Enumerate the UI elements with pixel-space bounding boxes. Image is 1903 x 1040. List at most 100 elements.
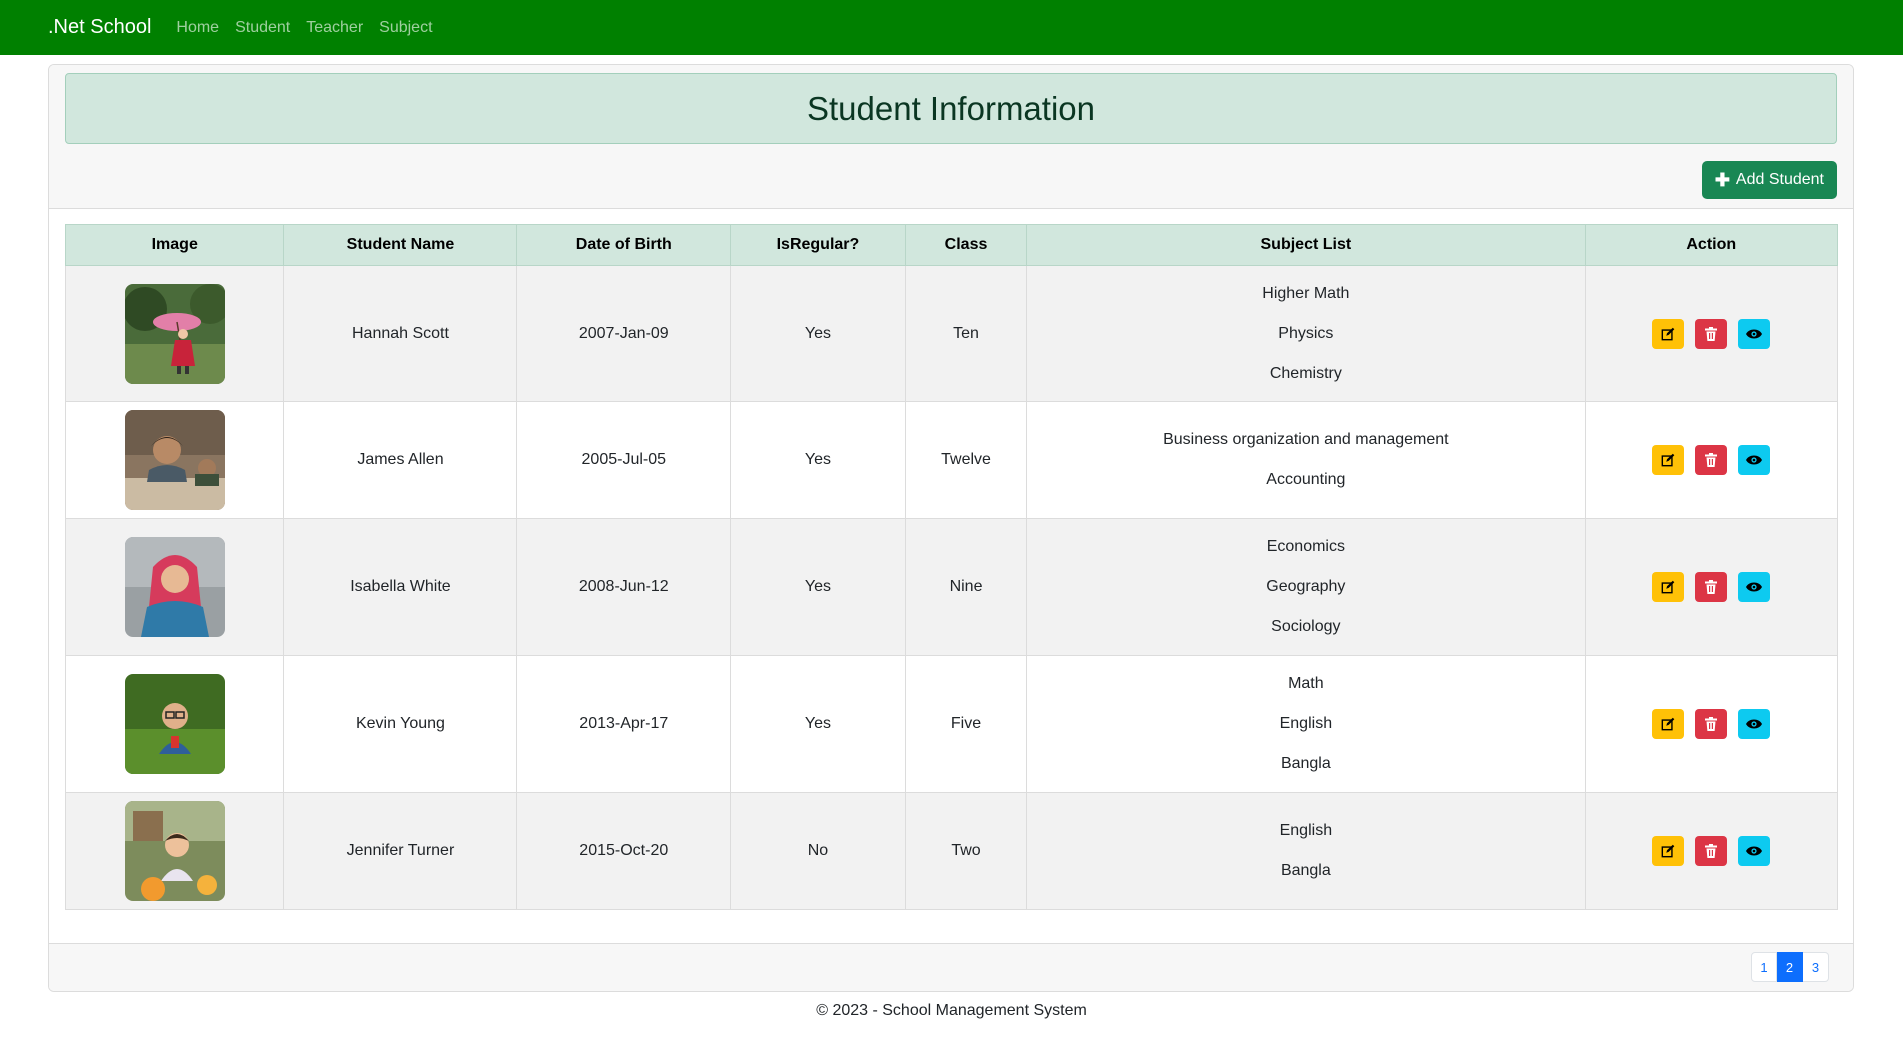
nav-student[interactable]: Student: [235, 19, 290, 37]
student-dob: 2007-Jan-09: [516, 265, 732, 402]
page-link-2[interactable]: 2: [1777, 952, 1803, 982]
eye-icon: [1746, 329, 1763, 338]
student-dob: 2015-Oct-20: [516, 792, 732, 910]
student-regular: Yes: [730, 401, 906, 519]
student-dob: 2005-Jul-05: [516, 401, 732, 519]
page-title-box: Student Information: [65, 73, 1837, 144]
table-row: James Allen 2005-Jul-05 Yes Twelve Busin…: [64, 401, 1838, 519]
edit-icon: [1661, 580, 1675, 594]
student-class: Ten: [904, 265, 1028, 402]
col-header-subjects: Subject List: [1026, 224, 1586, 266]
subject-list: Economics Geography Sociology: [1026, 518, 1586, 656]
action-cell: [1584, 655, 1838, 793]
student-regular: Yes: [730, 265, 906, 402]
action-cell: [1584, 401, 1838, 519]
subject-list: Math English Bangla: [1026, 655, 1586, 793]
subject-item: Chemistry: [1269, 364, 1342, 382]
eye-icon: [1746, 719, 1763, 729]
table-row: Hannah Scott 2007-Jan-09 Yes Ten Higher …: [64, 265, 1838, 402]
add-student-label: Add Student: [1735, 171, 1824, 188]
edit-button[interactable]: [1652, 709, 1685, 739]
student-name: Hannah Scott: [283, 265, 518, 402]
subject-item: Bangla: [1280, 862, 1331, 879]
student-class: Two: [904, 792, 1028, 910]
edit-icon: [1661, 717, 1675, 731]
plus-icon: ✚: [1714, 169, 1730, 190]
edit-icon: [1661, 844, 1675, 858]
nav-home[interactable]: Home: [176, 19, 219, 37]
page-title: Student Information: [806, 89, 1095, 127]
trash-icon: [1705, 326, 1718, 341]
subject-item: Math: [1288, 675, 1324, 692]
view-button[interactable]: [1738, 709, 1771, 739]
student-photo: [124, 537, 225, 637]
view-button[interactable]: [1738, 445, 1771, 475]
add-student-button[interactable]: ✚ Add Student: [1701, 161, 1837, 199]
subject-item: Economics: [1266, 538, 1345, 555]
student-regular: Yes: [730, 655, 906, 793]
eye-icon: [1746, 846, 1763, 856]
subject-item: Higher Math: [1262, 284, 1350, 302]
edit-button[interactable]: [1652, 572, 1685, 602]
col-header-action: Action: [1584, 224, 1838, 266]
delete-button[interactable]: [1695, 836, 1728, 866]
table-row: Kevin Young 2013-Apr-17 Yes Five Math En…: [64, 655, 1838, 793]
students-table: Image Student Name Date of Birth IsRegul…: [64, 224, 1838, 910]
subject-item: Geography: [1266, 578, 1346, 595]
delete-button[interactable]: [1695, 318, 1728, 349]
page-link-3[interactable]: 3: [1803, 952, 1829, 982]
image-cell: [64, 655, 285, 793]
delete-button[interactable]: [1695, 445, 1728, 475]
action-cell: [1584, 792, 1838, 910]
col-header-image: Image: [64, 224, 285, 266]
delete-button[interactable]: [1695, 709, 1728, 739]
student-name: Kevin Young: [283, 655, 518, 793]
card-footer: 1 2 3: [49, 943, 1853, 991]
student-regular: Yes: [730, 518, 906, 656]
table-row: Jennifer Turner 2015-Oct-20 No Two Engli…: [64, 792, 1838, 910]
col-header-name: Student Name: [283, 224, 518, 266]
edit-button[interactable]: [1652, 836, 1685, 866]
image-cell: [64, 518, 285, 656]
delete-button[interactable]: [1695, 572, 1728, 602]
pagination: 1 2 3: [1751, 952, 1829, 982]
student-dob: 2008-Jun-12: [516, 518, 732, 656]
subject-item: Bangla: [1280, 755, 1331, 772]
trash-icon: [1705, 717, 1718, 731]
student-name: James Allen: [283, 401, 518, 519]
subject-item: English: [1279, 715, 1333, 732]
col-header-regular: IsRegular?: [730, 224, 906, 266]
subject-item: Physics: [1278, 324, 1334, 342]
action-cell: [1584, 265, 1838, 402]
site-footer: © 2023 - School Management System: [816, 1002, 1087, 1019]
page-link-1[interactable]: 1: [1751, 952, 1777, 982]
student-photo: [124, 674, 225, 774]
student-card: Student Information ✚ Add Student Image …: [48, 64, 1854, 992]
edit-button[interactable]: [1652, 318, 1685, 349]
student-name: Jennifer Turner: [283, 792, 518, 910]
student-class: Nine: [904, 518, 1028, 656]
image-cell: [64, 401, 285, 519]
view-button[interactable]: [1738, 318, 1771, 349]
view-button[interactable]: [1738, 836, 1771, 866]
col-header-class: Class: [904, 224, 1028, 266]
edit-icon: [1661, 453, 1675, 467]
subject-item: Sociology: [1271, 618, 1341, 635]
subject-item: Business organization and management: [1163, 431, 1449, 448]
image-cell: [64, 792, 285, 910]
trash-icon: [1705, 453, 1718, 467]
brand-link[interactable]: .Net School: [48, 16, 151, 39]
student-photo: [124, 283, 225, 384]
student-regular: No: [730, 792, 906, 910]
col-header-dob: Date of Birth: [516, 224, 732, 266]
edit-button[interactable]: [1652, 445, 1685, 475]
student-name: Isabella White: [283, 518, 518, 656]
image-cell: [64, 265, 285, 402]
student-class: Five: [904, 655, 1028, 793]
edit-icon: [1661, 327, 1675, 340]
nav-teacher[interactable]: Teacher: [306, 19, 363, 37]
card-header: Student Information ✚ Add Student: [49, 65, 1853, 209]
eye-icon: [1746, 455, 1763, 465]
nav-subject[interactable]: Subject: [379, 19, 432, 37]
view-button[interactable]: [1738, 572, 1771, 602]
